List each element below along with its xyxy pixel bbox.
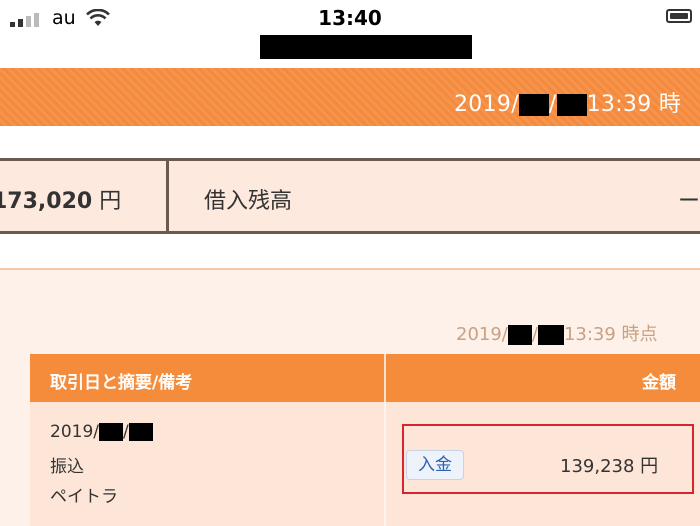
panel-timestamp-time: 13:39 時点 <box>563 324 658 345</box>
panel-timestamp-year: 2019/ <box>456 324 508 345</box>
transaction-amount: 139,238 円 <box>560 456 659 477</box>
transaction-date: 2019// <box>50 422 153 442</box>
transaction-type: 振込 <box>50 457 84 477</box>
balance-amount: 173,020 円 <box>0 183 121 215</box>
transactions-table-header: 取引日と摘要/備考 金額 <box>30 354 700 402</box>
loan-balance-label: 借入残高 <box>204 189 293 214</box>
summary-divider <box>166 161 169 231</box>
header-timestamp-sep: / <box>548 92 557 117</box>
redacted-month <box>507 325 532 345</box>
redacted-month <box>99 423 123 441</box>
header-timestamp-time: 13:39 時 <box>586 92 682 117</box>
redacted-day <box>537 325 564 345</box>
transaction-date-year: 2019/ <box>50 422 99 442</box>
status-clock: 13:40 <box>318 6 382 30</box>
transaction-description: ペイトラ <box>50 487 118 507</box>
redacted-url-bar[interactable] <box>260 35 472 59</box>
deposit-badge: 入金 <box>406 450 464 480</box>
redacted-day <box>556 94 587 116</box>
status-bar: au 13:40 <box>0 0 700 68</box>
header-timestamp: 2019/ / 13:39 時 <box>454 86 681 118</box>
balance-amount-unit: 円 <box>99 189 122 214</box>
column-header-date-description: 取引日と摘要/備考 <box>50 373 193 393</box>
panel-timestamp: 2019//13:39 時点 <box>456 320 658 346</box>
column-header-amount: 金額 <box>642 373 676 393</box>
battery-icon <box>666 9 692 23</box>
balance-amount-value: 173,020 <box>0 189 93 214</box>
header-divider <box>384 354 386 402</box>
redacted-day <box>128 423 153 441</box>
redacted-month <box>518 94 549 116</box>
loan-balance-value: ー <box>678 189 700 214</box>
row-divider <box>384 402 386 526</box>
header-timestamp-year: 2019/ <box>454 92 519 117</box>
balance-summary: 173,020 円 借入残高 ー <box>0 158 700 234</box>
